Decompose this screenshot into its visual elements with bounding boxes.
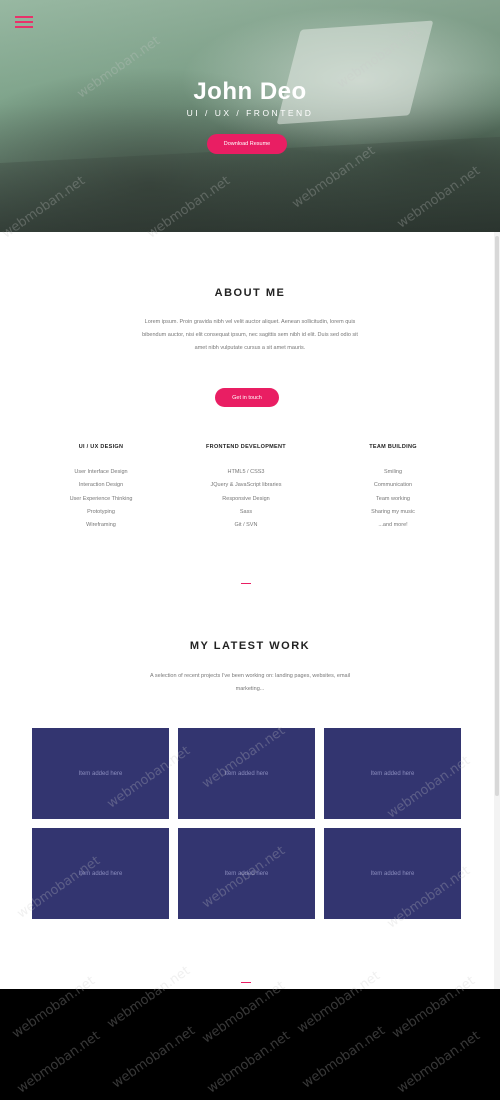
skill-item: Prototyping xyxy=(87,508,115,515)
work-title: MY LATEST WORK xyxy=(189,640,311,652)
skills-column-frontend: FRONTEND DEVELOPMENT HTML5 / CSS3 JQuery… xyxy=(176,444,316,532)
hamburger-menu-icon[interactable] xyxy=(15,16,33,28)
portfolio-item[interactable]: Item added here xyxy=(178,828,315,919)
skill-item: Communication xyxy=(373,482,413,489)
about-title: ABOUT ME xyxy=(214,287,286,299)
skill-item: ...and more! xyxy=(378,522,408,529)
portfolio-item[interactable]: Item added here xyxy=(324,728,461,819)
hero-name: John Deo xyxy=(193,78,307,105)
portfolio-item[interactable]: Item added here xyxy=(178,728,315,819)
skill-item: HTML5 / CSS3 xyxy=(227,469,265,475)
download-resume-button[interactable]: Download Resume xyxy=(207,134,287,154)
skill-item: Team working xyxy=(376,495,410,502)
section-divider xyxy=(241,583,251,584)
skill-item: User Interface Design xyxy=(74,469,128,475)
hero-tagline: UI / UX / FRONTEND xyxy=(186,108,314,118)
hero-banner: John Deo UI / UX / FRONTEND Download Res… xyxy=(0,0,500,232)
skill-item: Sass xyxy=(239,508,253,515)
skill-item: User Experience Thinking xyxy=(69,495,133,502)
skills-column-uiux: UI / UX DESIGN User Interface Design Int… xyxy=(31,444,171,532)
portfolio-item-label: Item added here xyxy=(370,770,415,777)
skill-item: Wireframing xyxy=(86,522,116,529)
portfolio-item-label: Item added here xyxy=(78,770,123,777)
get-in-touch-button[interactable]: Get in touch xyxy=(215,388,279,407)
skill-item: Sharing my music xyxy=(371,508,415,515)
section-divider xyxy=(241,982,251,983)
skills-heading: UI / UX DESIGN xyxy=(78,444,124,450)
about-text: Lorem ipsum. Proin gravida nibh vel veli… xyxy=(142,319,358,351)
skills-heading: FRONTEND DEVELOPMENT xyxy=(206,444,286,450)
skills-column-team: TEAM BUILDING Smiling Communication Team… xyxy=(323,444,463,532)
skill-item: Git / SVN xyxy=(234,522,258,529)
portfolio-item-label: Item added here xyxy=(78,870,123,877)
work-text: A selection of recent projects I've been… xyxy=(149,673,351,692)
scrollbar-thumb[interactable] xyxy=(495,236,499,796)
portfolio-item[interactable]: Item added here xyxy=(32,728,169,819)
skill-item: Smiling xyxy=(383,469,403,475)
skills-list: Smiling Communication Team working Shari… xyxy=(323,466,463,532)
skills-list: User Interface Design Interaction Design… xyxy=(31,466,171,532)
skill-item: JQuery & JavaScript libraries xyxy=(210,482,282,489)
skills-list: HTML5 / CSS3 JQuery & JavaScript librari… xyxy=(176,466,316,532)
portfolio-item[interactable]: Item added here xyxy=(32,828,169,919)
skill-item: Responsive Design xyxy=(222,495,270,502)
portfolio-item-label: Item added here xyxy=(224,770,269,777)
portfolio-item-label: Item added here xyxy=(224,870,269,877)
portfolio-item[interactable]: Item added here xyxy=(324,828,461,919)
footer xyxy=(0,989,500,1100)
portfolio-item-label: Item added here xyxy=(370,870,415,877)
skills-heading: TEAM BUILDING xyxy=(369,444,417,450)
skill-item: Interaction Design xyxy=(78,482,124,489)
